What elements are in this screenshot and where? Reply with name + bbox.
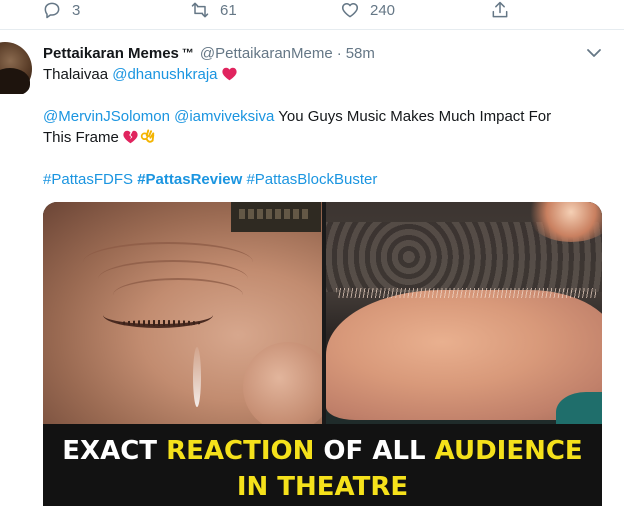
hashtag-link[interactable]: #PattasReview: [137, 171, 242, 188]
author-badge: ™: [181, 46, 194, 60]
author-name[interactable]: Pettaikaran Memes: [43, 45, 179, 62]
tear-drop: [193, 347, 201, 407]
red-heart-emoji-icon: [221, 67, 237, 81]
caption-word: REACTION: [166, 436, 315, 466]
tweet-text-line-3: This Frame: [43, 128, 155, 148]
caption-word: EXACT: [62, 436, 167, 466]
like-icon: [341, 3, 359, 18]
tweet-text-line-1: Thalaivaa @dhanushkraja: [43, 65, 237, 85]
meme-caption: EXACT REACTION OF ALL AUDIENCE IN THEATR…: [43, 424, 602, 506]
header-separator: ·: [336, 44, 342, 62]
nose: [243, 342, 322, 424]
retweet-icon: [191, 2, 209, 18]
author-handle[interactable]: @PettaikaranMeme: [200, 45, 333, 62]
retweet-button[interactable]: 61: [190, 0, 237, 20]
mention-link[interactable]: @dhanushkraja: [112, 66, 217, 83]
arm-hair: [336, 288, 596, 298]
caption-word: OF ALL: [314, 436, 435, 466]
broken-heart-emoji-icon: [123, 130, 138, 144]
tweet-timestamp[interactable]: 58m: [346, 45, 375, 62]
media-right-goosebumps-arm: [326, 202, 602, 424]
share-button[interactable]: [490, 0, 510, 20]
like-button[interactable]: 240: [340, 0, 395, 20]
ok-hand-emoji-icon: [140, 129, 155, 143]
tweet-text: This Frame: [43, 129, 119, 146]
mention-link[interactable]: @iamviveksiva: [174, 108, 274, 125]
tweet-hashtags: #PattasFDFS #PattasReview #PattasBlockBu…: [43, 170, 377, 190]
avatar[interactable]: [0, 42, 32, 94]
reply-button[interactable]: 3: [42, 0, 80, 20]
background-sign-detail: [239, 209, 311, 219]
caption-line-2: IN THEATRE: [43, 472, 602, 502]
eyelashes: [118, 320, 203, 326]
tweet-text: You Guys Music Makes Much Impact For: [274, 108, 552, 125]
caption-word: AUDIENCE: [434, 436, 583, 466]
hashtag-link[interactable]: #PattasBlockBuster: [246, 171, 377, 188]
tweet-text-line-2: @MervinJSolomon @iamviveksiva You Guys M…: [43, 107, 551, 127]
caption-word: IN THEATRE: [236, 472, 409, 502]
tweet-menu-button[interactable]: [586, 46, 602, 58]
retweet-count: 61: [220, 1, 237, 19]
reply-icon: [44, 2, 60, 19]
mention-link[interactable]: @MervinJSolomon: [43, 108, 170, 125]
like-count: 240: [370, 1, 396, 19]
media-left-crying-face: [43, 202, 322, 424]
hashtag-link[interactable]: #PattasFDFS: [43, 171, 133, 188]
tweet-divider: [0, 29, 624, 30]
share-icon: [492, 1, 508, 18]
caption-line-1: EXACT REACTION OF ALL AUDIENCE: [43, 436, 602, 466]
reply-count: 3: [72, 1, 81, 19]
chevron-down-icon: [587, 49, 601, 57]
tweet-text: Thalaivaa: [43, 66, 113, 83]
tweet-header: Pettaikaran Memes ™ @PettaikaranMeme · 5…: [43, 43, 375, 63]
tweet-media-image[interactable]: EXACT REACTION OF ALL AUDIENCE IN THEATR…: [43, 202, 602, 506]
previous-tweet-action-bar: 3 61 240: [0, 0, 624, 22]
